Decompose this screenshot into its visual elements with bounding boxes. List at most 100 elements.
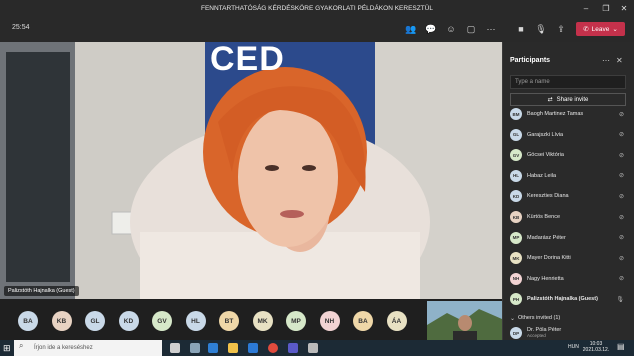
participant-row[interactable]: MP Madarász Péter ⊘ [510,230,630,246]
participants-icon[interactable]: 👥 [404,22,418,36]
chat-icon[interactable]: 💬 [424,22,438,36]
avatar: MK [510,252,522,265]
share-screen-icon[interactable]: ⇪ [554,22,568,36]
share-icon: ⇄ [547,97,553,103]
participant-row[interactable]: GV Göcsei Viktória ⊘ [510,147,630,163]
gallery-avatar[interactable]: KB [51,311,72,331]
panel-more-icon[interactable]: ⋯ [602,56,610,65]
participant-name: Baogh Martinez Tamas [527,111,584,117]
windows-start-icon[interactable]: ⊞ [3,343,11,354]
avatar: NH [510,272,522,285]
meeting-toolbar: 25:54 👥 💬 ☺ ▢ ⋯ ■ 🎙 ⇪ [0,16,634,42]
minimize-icon[interactable]: – [576,0,596,16]
clock-date: 2021.03.12. [582,347,610,353]
participant-name: Nagy Henrietta [527,275,564,282]
gallery-avatar[interactable]: MK [252,311,273,331]
gallery-avatar[interactable]: BT [219,311,239,331]
participant-row[interactable]: GL Garajszki Lívia ⊘ [510,127,630,143]
participant-row[interactable]: KD Kereszties Diana ⊘ [510,188,630,204]
participant-search-input[interactable]: Type a name [510,75,626,89]
self-view-image [427,301,502,341]
participant-name: Garajszki Lívia [527,131,564,138]
chevron-down-icon: ⌄ [612,26,618,33]
taskbar-search-input[interactable]: Írjon ide a kereséshez [14,340,162,356]
participant-row-invited[interactable]: DP Dr. Póla Péter Accepted [510,325,630,341]
avatar: GV [510,149,522,162]
microphone-icon[interactable]: 🎙 [534,22,548,36]
participant-status: Accepted [527,333,546,338]
mic-muted-icon: ⊘ [618,214,624,221]
gallery-avatar[interactable]: GV [152,311,172,331]
participant-name: Palizstóth Hajnalka (Guest) [527,296,598,303]
participant-name: Mayer Dorina Kitti [527,255,571,262]
avatar: GL [510,128,522,141]
close-icon[interactable]: ✕ [614,0,634,16]
edge-icon[interactable] [208,343,218,353]
more-actions-icon[interactable]: ⋯ [484,22,498,36]
language-indicator[interactable]: HUN [568,344,579,350]
window-title: FENNTARTHATÓSÁG KÉRDÉSKÖRE GYAKORLATI PÉ… [200,4,433,12]
avatar: HL [510,169,522,182]
participant-row[interactable]: NH Nagy Henrietta ⊘ [510,271,630,287]
participant-name: Kereszties Diana [527,193,569,200]
camera-icon[interactable]: ■ [514,22,528,36]
mic-muted-icon: ⊘ [618,152,624,159]
search-icon: ⌕ [19,341,24,350]
panel-close-icon[interactable]: ✕ [616,56,623,65]
microphone-icon: 🎙 [616,296,624,303]
participant-row[interactable]: HL Habaz Leila ⊘ [510,168,630,184]
mail-icon[interactable] [248,343,258,353]
clock[interactable]: 10:03 2021.03.12. [582,341,610,353]
participant-row[interactable]: PH Palizstóth Hajnalka (Guest) 🎙 [510,291,630,307]
task-view-icon[interactable] [190,343,200,353]
speaker-video-image [0,42,502,299]
gallery-avatar[interactable]: GL [85,311,105,331]
speaker-video: CED [0,42,502,299]
brand-logo: CED [210,42,285,78]
mic-muted-icon: ⊘ [618,132,624,139]
cortana-icon[interactable] [170,343,180,353]
mic-muted-icon: ⊘ [618,193,624,200]
chevron-down-icon: ⌄ [510,315,516,322]
file-explorer-icon[interactable] [228,343,238,353]
gallery-avatar[interactable]: NH [319,311,340,331]
phone-icon: ✆ [583,26,589,33]
share-invite-label: Share invite [556,96,589,103]
avatar: BM [510,108,522,120]
avatar: KD [510,190,522,203]
self-view-video[interactable] [427,301,502,341]
teams-icon[interactable] [288,343,298,353]
gallery-avatar[interactable]: KD [118,311,139,331]
participant-name: Kürtös Bence [527,214,561,220]
participant-name: Habaz Leila [527,172,557,179]
others-invited-header[interactable]: ⌄ Others invited (1) [510,310,630,326]
gallery-avatar[interactable]: BA [353,311,373,331]
maximize-icon[interactable]: ❐ [596,0,616,16]
avatar: DP [510,327,522,339]
gallery-avatar[interactable]: BA [18,311,38,331]
leave-button[interactable]: ✆ Leave ⌄ [576,22,625,36]
participant-row[interactable]: MK Mayer Dorina Kitti ⊘ [510,250,630,266]
avatar: KB [510,211,522,223]
meeting-timer: 25:54 [12,24,30,31]
share-invite-button[interactable]: ⇄ Share invite [510,93,626,106]
rooms-icon[interactable]: ▢ [464,22,478,36]
reactions-icon[interactable]: ☺ [444,22,458,36]
title-bar: FENNTARTHATÓSÁG KÉRDÉSKÖRE GYAKORLATI PÉ… [0,0,634,16]
participant-row[interactable]: BM Baogh Martinez Tamas ⊘ [510,106,630,122]
speaker-name-tag: Palizstóth Hajnalka (Guest) [4,286,79,296]
app-icon[interactable] [308,343,318,353]
avatar: MP [510,231,522,244]
notifications-icon[interactable]: ▤ [617,342,625,351]
participant-row[interactable]: KB Kürtös Bence ⊘ [510,209,630,225]
mic-muted-icon: ⊘ [618,276,624,283]
gallery-avatar[interactable]: HL [185,311,206,331]
panel-title: Participants [510,57,551,64]
gallery-avatar[interactable]: MP [286,311,306,331]
participant-name: Göcsei Viktória [527,152,564,159]
mic-muted-icon: ⊘ [618,255,624,262]
chrome-icon[interactable] [268,343,278,353]
gallery-avatar[interactable]: ÁA [386,311,407,331]
leave-label: Leave [591,25,610,33]
mic-muted-icon: ⊘ [618,111,624,118]
